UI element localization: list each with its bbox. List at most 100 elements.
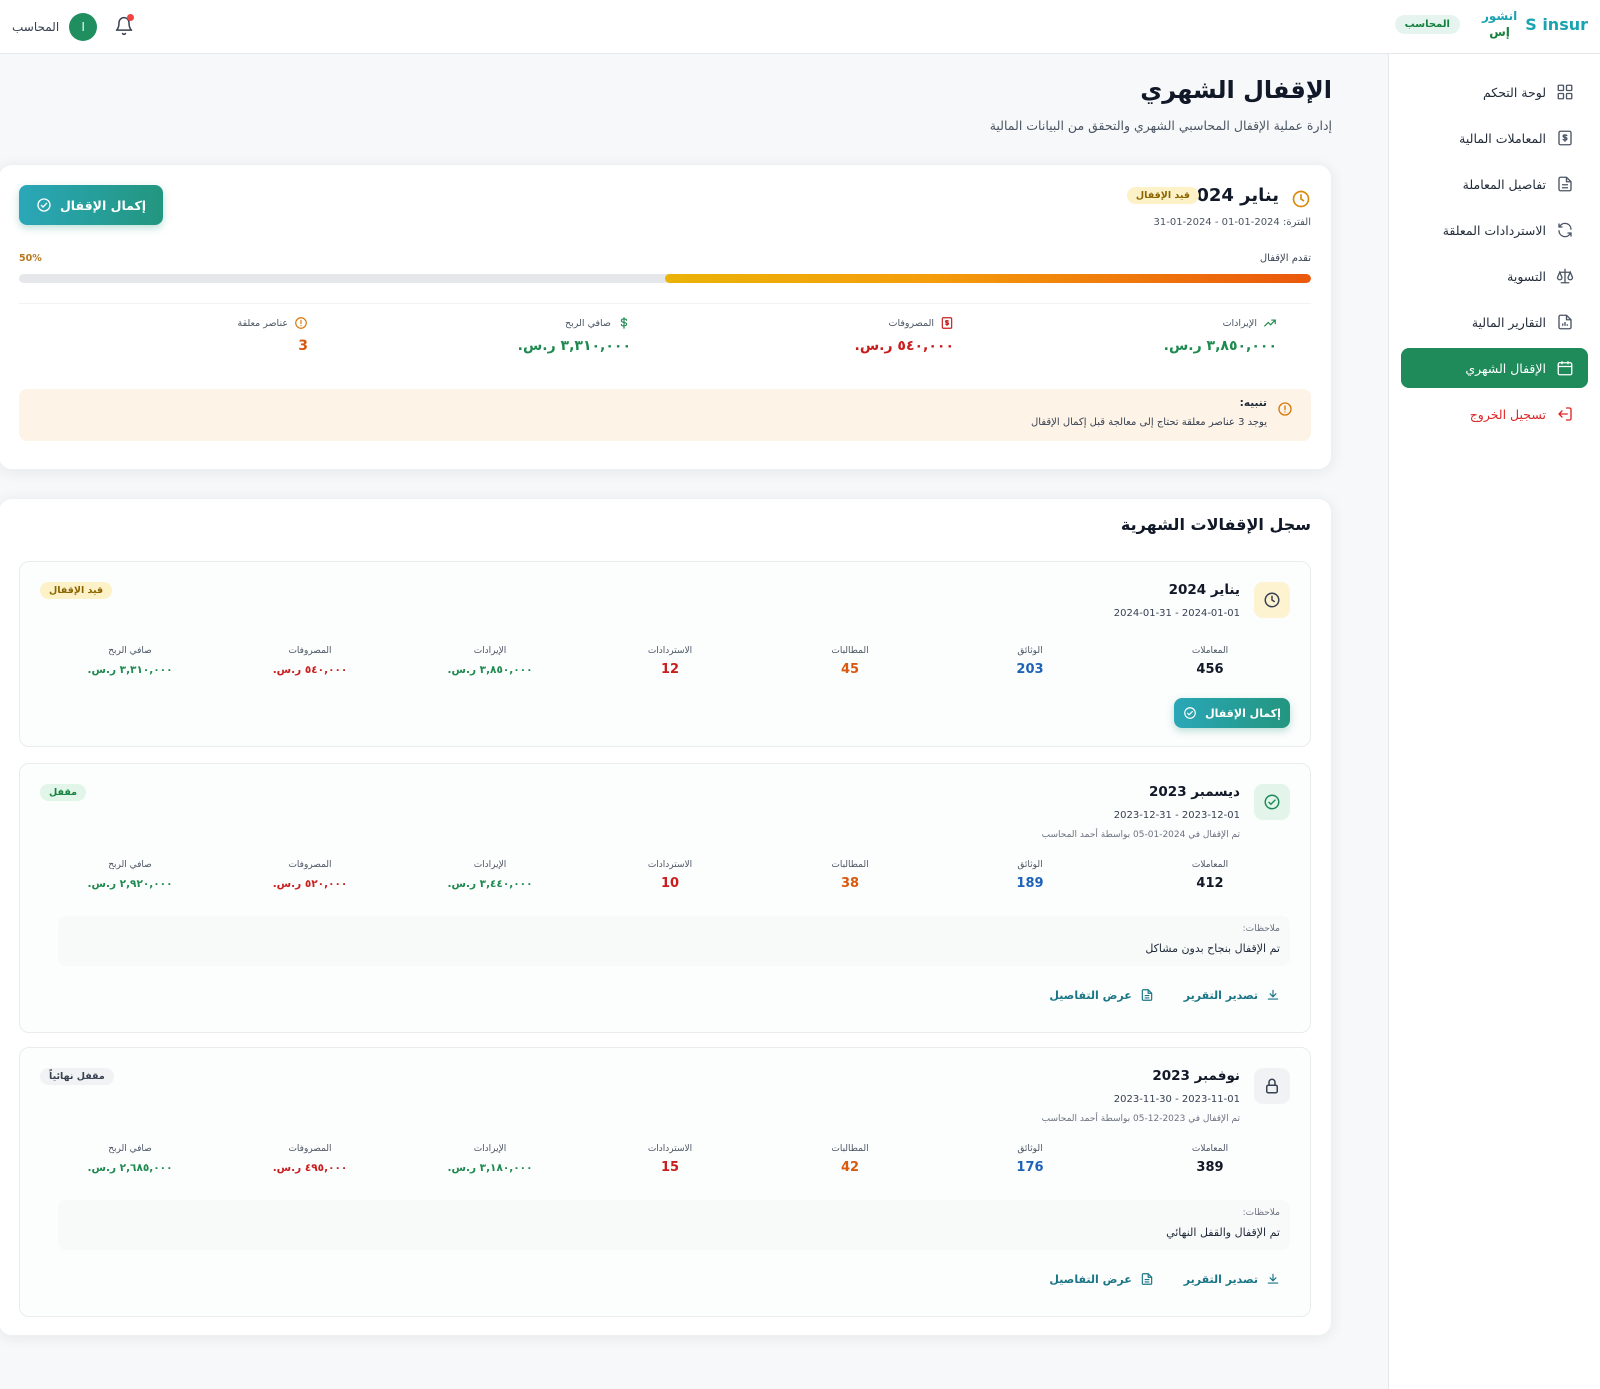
- stat-label: عناصر معلقة: [237, 317, 288, 329]
- stat-net-profit: صافي الربح ٣,٣١٠,٠٠٠ ر.س.: [342, 316, 665, 372]
- user-name: المحاسب: [12, 20, 60, 34]
- status-badge: قيد الإقفال: [1126, 187, 1199, 204]
- sidebar-item-logout[interactable]: تسجيل الخروج: [1401, 394, 1588, 434]
- closing-stats: الإيرادات ٣,٨٥٠,٠٠٠ ر.س. المصروفات ٥٤٠,٠…: [19, 303, 1311, 373]
- entry-notes: ملاحظات: تم الإقفال بنجاح بدون مشاكل: [58, 916, 1290, 966]
- sidebar-item-label: الاستردادات المعلقة: [1442, 222, 1546, 238]
- pending-items-alert: تنبيه: يوجد 3 عناصر معلقة تحتاج إلى معال…: [19, 389, 1311, 441]
- current-closing-card: يناير 2024 قيد الإقفال الفترة: 2024-01-0…: [0, 164, 1332, 470]
- sidebar-item-transactions[interactable]: المعاملات المالية: [1401, 118, 1588, 158]
- sidebar-item-monthly-closing[interactable]: الإقفال الشهري: [1401, 348, 1588, 388]
- sidebar-item-transaction-details[interactable]: تفاصيل المعاملة: [1401, 164, 1588, 204]
- document-icon: [1141, 1273, 1152, 1285]
- entry-closed-by: تم الإقفال في 2024-01-05 بواسطة أحمد الم…: [1041, 830, 1240, 840]
- history-title: سجل الإقفالات الشهرية: [1120, 515, 1311, 534]
- metric-claims: المطالبات 42: [831, 1144, 869, 1175]
- metric-net-profit: صافي الربح ٣,٣١٠,٠٠٠ ر.س.: [87, 646, 173, 676]
- stat-label: المصروفات: [888, 317, 934, 329]
- stat-expenses: المصروفات ٥٤٠,٠٠٠ ر.س.: [665, 316, 988, 372]
- metric-claims: المطالبات 45: [831, 646, 869, 677]
- entry-dates: 2023-11-01 - 2023-11-30: [1113, 1094, 1240, 1105]
- brand-logo[interactable]: S insur انشور إس المحاسب: [1394, 8, 1588, 40]
- scale-icon: [1556, 268, 1574, 284]
- dollar-document-icon: [941, 317, 953, 329]
- dollar-document-icon: [1558, 130, 1572, 146]
- clock-icon: [1292, 190, 1310, 208]
- complete-closing-button[interactable]: إكمال الإقفال: [1174, 698, 1290, 728]
- avatar: ا: [69, 13, 98, 41]
- page-title: الإقفال الشهري: [1140, 76, 1332, 104]
- status-badge: قيد الإقفال: [40, 582, 113, 599]
- closing-history-card: سجل الإقفالات الشهرية يناير 2024 2024-01…: [0, 498, 1332, 1336]
- entry-status-icon: [1254, 784, 1290, 820]
- dashboard-icon: [1557, 84, 1573, 100]
- sidebar-item-label: المعاملات المالية: [1459, 130, 1546, 146]
- history-entry-jan-2024: يناير 2024 2024-01-01 - 2024-01-31 قيد ا…: [19, 561, 1311, 747]
- metric-transactions: المعاملات 412: [1191, 860, 1229, 891]
- sidebar-item-label: تفاصيل المعاملة: [1462, 176, 1546, 192]
- user-menu[interactable]: المحاسب ا: [12, 13, 98, 41]
- entry-dates: 2024-01-01 - 2024-01-31: [1113, 608, 1240, 619]
- brand-arabic-name: انشور إس: [1481, 9, 1518, 39]
- complete-closing-button[interactable]: إكمال الإقفال: [19, 185, 163, 225]
- logout-icon: [1558, 407, 1572, 421]
- stat-label: صافي الربح: [565, 317, 611, 329]
- progress-percent: 50%: [19, 253, 42, 264]
- export-report-button[interactable]: تصدير التقرير: [1184, 1272, 1280, 1286]
- notes-text: تم الإقفال والقفل النهائي: [1166, 1226, 1280, 1239]
- sidebar-item-label: التقارير المالية: [1471, 314, 1546, 330]
- metric-documents: الوثائق 176: [1016, 1144, 1044, 1175]
- stat-label: الإيرادات: [1222, 317, 1257, 329]
- sidebar-item-label: لوحة التحكم: [1482, 84, 1546, 100]
- sidebar-item-reconciliation[interactable]: التسوية: [1401, 256, 1588, 296]
- stat-revenue: الإيرادات ٣,٨٥٠,٠٠٠ ر.س.: [988, 316, 1311, 372]
- page-subtitle: إدارة عملية الإقفال المحاسبي الشهري والت…: [989, 118, 1332, 133]
- current-period-range: الفترة: 2024-01-01 - 2024-01-31: [1153, 217, 1311, 228]
- metric-refunds: الاستردادات 15: [647, 1144, 693, 1175]
- sidebar: لوحة التحكم المعاملات المالية تفاصيل الم…: [1388, 54, 1600, 1389]
- stat-value: ٣,٣١٠,٠٠٠ ر.س.: [517, 338, 631, 354]
- export-report-button[interactable]: تصدير التقرير: [1184, 988, 1280, 1002]
- check-circle-icon: [1264, 794, 1280, 810]
- sidebar-item-label: تسجيل الخروج: [1469, 406, 1546, 422]
- sidebar-item-label: الإقفال الشهري: [1465, 360, 1546, 376]
- progress-bar-fill: [665, 274, 1311, 283]
- entry-title: ديسمبر 2023: [1149, 784, 1240, 800]
- view-details-button[interactable]: عرض التفاصيل: [1049, 1272, 1153, 1286]
- metric-transactions: المعاملات 456: [1191, 646, 1229, 677]
- history-entry-nov-2023: نوفمبر 2023 2023-11-01 - 2023-11-30 تم ا…: [19, 1047, 1311, 1317]
- complete-closing-label: إكمال الإقفال: [59, 197, 147, 213]
- sidebar-item-financial-reports[interactable]: التقارير المالية: [1401, 302, 1588, 342]
- status-badge: مقفل: [40, 784, 87, 801]
- progress-label: تقدم الإقفال: [1259, 253, 1311, 264]
- stat-value: ٣,٨٥٠,٠٠٠ ر.س.: [1163, 338, 1277, 354]
- metric-expenses: المصروفات ٤٩٥,٠٠٠ ر.س.: [272, 1144, 348, 1174]
- brand-latin-name: S insur: [1525, 14, 1588, 34]
- metric-refunds: الاستردادات 12: [647, 646, 693, 677]
- alert-title: تنبيه:: [1239, 397, 1267, 409]
- download-icon: [1267, 1273, 1279, 1284]
- metric-transactions: المعاملات 389: [1191, 1144, 1229, 1175]
- dollar-icon: [620, 317, 628, 329]
- alert-circle-icon: [295, 317, 307, 329]
- notes-text: تم الإقفال بنجاح بدون مشاكل: [1145, 942, 1280, 955]
- sidebar-nav: لوحة التحكم المعاملات المالية تفاصيل الم…: [1389, 54, 1600, 434]
- document-icon: [1558, 176, 1572, 192]
- entry-actions: تصدير التقرير عرض التفاصيل: [1049, 1272, 1280, 1286]
- sidebar-item-pending-refunds[interactable]: الاستردادات المعلقة: [1401, 210, 1588, 250]
- role-badge: المحاسب: [1394, 14, 1460, 34]
- document-icon: [1141, 989, 1152, 1001]
- entry-metrics: المعاملات 389 الوثائق 176 المطالبات 42 الاس…: [40, 1144, 1300, 1190]
- progress-bar: [19, 274, 1311, 283]
- entry-status-icon: [1254, 582, 1290, 618]
- history-entry-dec-2023: ديسمبر 2023 2023-12-01 - 2023-12-31 تم ا…: [19, 763, 1311, 1033]
- top-bar: S insur انشور إس المحاسب المحاسب ا: [0, 0, 1600, 54]
- entry-notes: ملاحظات: تم الإقفال والقفل النهائي: [58, 1200, 1290, 1250]
- clock-icon: [1264, 592, 1280, 608]
- complete-closing-label: إكمال الإقفال: [1205, 706, 1281, 720]
- calendar-icon: [1557, 361, 1573, 376]
- sidebar-item-dashboard[interactable]: لوحة التحكم: [1401, 72, 1588, 112]
- notes-label: ملاحظات:: [1242, 924, 1280, 934]
- view-details-button[interactable]: عرض التفاصيل: [1049, 988, 1153, 1002]
- stat-value: 3: [298, 338, 308, 354]
